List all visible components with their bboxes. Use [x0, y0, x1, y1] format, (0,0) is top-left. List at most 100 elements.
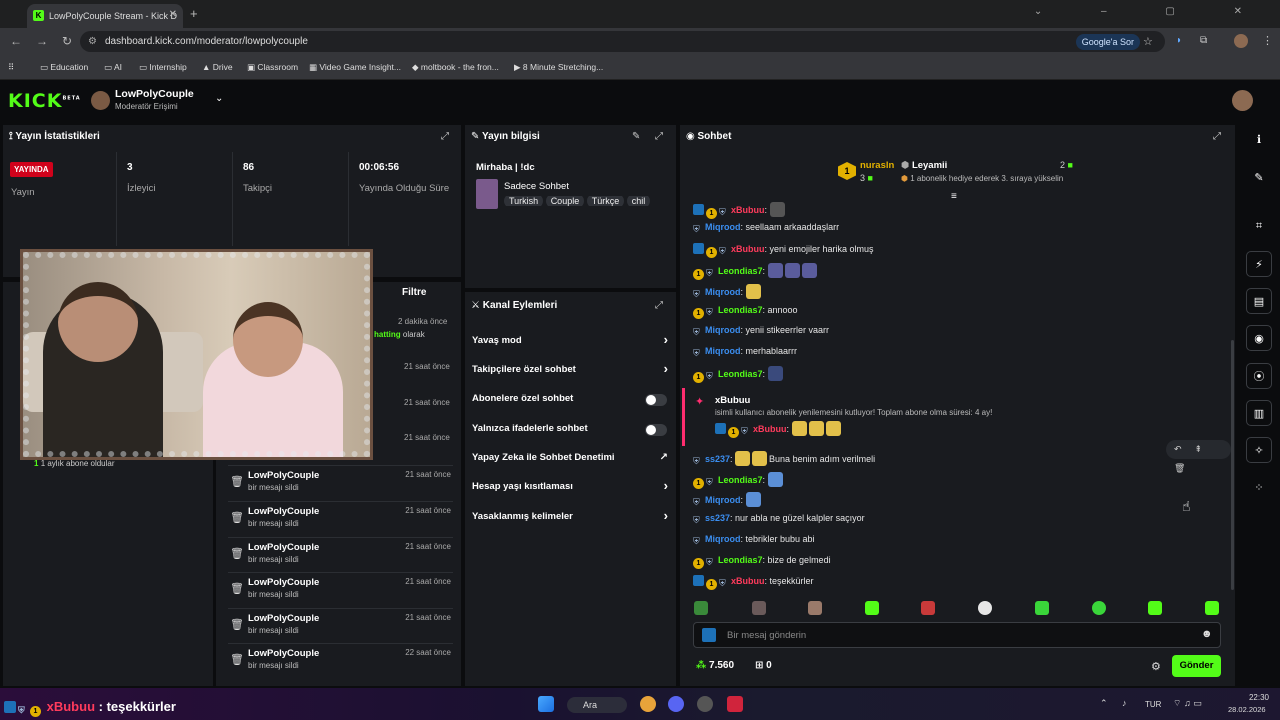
emote-icon[interactable]	[865, 601, 879, 615]
pinned-collapse-icon[interactable]: ≡	[951, 191, 957, 202]
chat-message[interactable]: ⛨ Miqrood: tebrikler bubu abi	[693, 534, 815, 547]
browser-menu-icon[interactable]: ⋮	[1262, 34, 1273, 47]
bookmark-ai[interactable]: ▭ AI	[104, 62, 122, 73]
app-icon[interactable]	[727, 696, 743, 712]
chat-message[interactable]: 1 ⛨ Leondias7:	[693, 472, 785, 489]
chat-message[interactable]: ⛨ Miqrood:	[693, 284, 763, 300]
chat-username[interactable]: Miqrood	[705, 287, 741, 297]
emote-icon[interactable]	[921, 601, 935, 615]
bookmark-star-icon[interactable]: ☆	[1143, 35, 1153, 48]
emote-icon[interactable]	[752, 601, 766, 615]
bookmark-drive[interactable]: ▲ Drive	[202, 62, 233, 72]
window-controls[interactable]: ⌄ – ▢ ✕	[1034, 6, 1270, 17]
emote-icon[interactable]	[1035, 601, 1049, 615]
chat-settings-gear-icon[interactable]: ⚙	[1151, 660, 1161, 673]
leaderboard-first-user[interactable]: nurasln	[860, 160, 894, 171]
channel-avatar[interactable]	[91, 91, 110, 110]
bookmark-education[interactable]: ▭ Education	[40, 62, 88, 73]
chat-username[interactable]: Miqrood	[705, 495, 741, 505]
chat-message[interactable]: ⛨ Miqrood: yenii stikeerrler vaarr	[693, 325, 829, 338]
notes-icon[interactable]: ▤	[1246, 288, 1272, 314]
chat-message[interactable]: 1 ⛨ Leondias7: annooo	[693, 305, 798, 319]
extension-icon[interactable]: ◗	[1176, 35, 1182, 46]
chat-username[interactable]: xBubuu	[753, 424, 787, 434]
nav-buttons[interactable]: ←→↻	[10, 34, 86, 48]
sub-message[interactable]: 1 ⛨ xBubuu:	[715, 421, 843, 438]
chat-username[interactable]: xBubuu	[731, 205, 765, 215]
emote-icon[interactable]	[1205, 601, 1219, 615]
chat-message[interactable]: 1 ⛨ Leondias7: bize de gelmedi	[693, 555, 831, 569]
message-actions[interactable]: ↶⇞🗑	[1166, 440, 1231, 473]
chat-username[interactable]: Leondias7	[718, 555, 763, 565]
chat-username[interactable]: ss237	[705, 454, 730, 464]
lightning-icon[interactable]: ⚡	[1246, 251, 1272, 277]
profile-avatar[interactable]	[1234, 34, 1248, 48]
google-ask-button[interactable]: Google'a Sor	[1075, 34, 1140, 50]
chat-message[interactable]: ⛨ Miqrood:	[693, 492, 763, 508]
chat-username[interactable]: Miqrood	[705, 325, 741, 335]
emote-icon[interactable]	[694, 601, 708, 615]
chat-username[interactable]: xBubuu	[731, 244, 765, 254]
user-avatar[interactable]	[1232, 90, 1253, 111]
channel-switch-chevron-icon[interactable]: ⌄	[215, 93, 223, 104]
chat-message[interactable]: 1 ⛨ xBubuu: yeni emojiler harika olmuş	[693, 243, 874, 258]
chat-username[interactable]: xBubuu	[731, 576, 765, 586]
category-name[interactable]: Sadece Sohbet	[504, 181, 569, 192]
followers-only-row[interactable]: Takipçilere özel sohbet ›	[472, 359, 670, 381]
expand-icon[interactable]: ⤢	[441, 131, 449, 142]
activity-item[interactable]: 🗑 LowPolyCouple bir mesajı sildi 21 saat…	[228, 608, 453, 642]
activity-item[interactable]: 🗑 LowPolyCouple bir mesajı sildi 21 saat…	[228, 465, 453, 499]
send-button[interactable]: Gönder	[1172, 655, 1221, 677]
obs-icon[interactable]	[697, 696, 713, 712]
clock-date[interactable]: 28.02.2026	[1228, 705, 1266, 714]
chat-scrollbar[interactable]	[1231, 340, 1234, 590]
bookmark-video-game[interactable]: ▦ Video Game Insight...	[309, 62, 401, 73]
share-icon[interactable]: ⁘	[1246, 475, 1272, 501]
mic-icon[interactable]: ♪	[1122, 698, 1127, 708]
kick-logo[interactable]: KICKBETA	[8, 90, 81, 112]
tab-close-icon[interactable]: ✕	[169, 9, 177, 20]
emotes-only-row[interactable]: Yalnızca ifadelerle sohbet	[472, 418, 670, 440]
broadcast-icon[interactable]: ⦿	[1246, 363, 1272, 389]
webcam-overlay[interactable]	[20, 249, 373, 460]
activity-item[interactable]: 🗑 LowPolyCouple bir mesajı sildi 22 saat…	[228, 643, 453, 677]
language-indicator[interactable]: TUR	[1145, 700, 1161, 709]
edit-pencil-icon[interactable]: ✎	[1246, 165, 1272, 191]
chat-username[interactable]: ss237	[705, 513, 730, 523]
site-info-icon[interactable]: ⚙	[88, 31, 97, 52]
emote-icon[interactable]	[1148, 601, 1162, 615]
emotes-only-toggle[interactable]	[645, 424, 667, 436]
chat-username[interactable]: Miqrood	[705, 346, 741, 356]
chat-message[interactable]: ⛨ ss237: nur abla ne güzel kalpler saçıyo…	[693, 513, 865, 526]
sub-user[interactable]: xBubuu	[715, 395, 750, 406]
bookmark-internship[interactable]: ▭ Internship	[139, 62, 187, 73]
emote-icon[interactable]	[1092, 601, 1106, 615]
tag[interactable]: Turkish	[504, 196, 544, 206]
tag[interactable]: chil	[626, 196, 651, 206]
chat-message[interactable]: 1 ⛨ Leondias7:	[693, 263, 819, 280]
subscribers-only-row[interactable]: Abonelere özel sohbet	[472, 388, 670, 410]
activity-item[interactable]: 🗑 LowPolyCouple bir mesajı sildi 21 saat…	[228, 501, 453, 535]
chat-username[interactable]: Leondias7	[718, 266, 763, 276]
emote-icon[interactable]	[978, 601, 992, 615]
url-field[interactable]: ⚙ dashboard.kick.com/moderator/lowpolyco…	[80, 31, 1165, 52]
windows-start-icon[interactable]	[538, 696, 554, 712]
taskbar-search[interactable]: Ara	[567, 697, 627, 713]
info-icon[interactable]: ℹ	[1246, 127, 1272, 153]
chat-username[interactable]: Leondias7	[718, 305, 763, 315]
emoji-picker-icon[interactable]: ☻	[1201, 628, 1213, 640]
ai-moderation-row[interactable]: Yapay Zeka ile Sohbet Denetimi ↗	[472, 447, 670, 469]
chat-message[interactable]: 1 ⛨ Leondias7:	[693, 366, 785, 383]
storage-icon[interactable]: ▥	[1246, 400, 1272, 426]
activity-item[interactable]: 🗑 LowPolyCouple bir mesajı sildi 21 saat…	[228, 537, 453, 571]
chat-username[interactable]: Miqrood	[705, 534, 741, 544]
discord-icon[interactable]	[668, 696, 684, 712]
chat-message[interactable]: 1 ⛨ xBubuu: teşekkürler	[693, 575, 814, 590]
chat-username[interactable]: Leondias7	[718, 475, 763, 485]
bookmark-stretching[interactable]: ▶ 8 Minute Stretching...	[514, 62, 603, 73]
leaderboard-second-user[interactable]: ⬢ Leyamii	[901, 160, 947, 171]
chat-message[interactable]: ⛨ ss237: Buna benim adım verilmeli	[693, 451, 875, 467]
banned-words-row[interactable]: Yasaklanmış kelimeler ›	[472, 506, 670, 528]
wrench-icon[interactable]: ✧	[1246, 437, 1272, 463]
chat-username[interactable]: Leondias7	[718, 369, 763, 379]
